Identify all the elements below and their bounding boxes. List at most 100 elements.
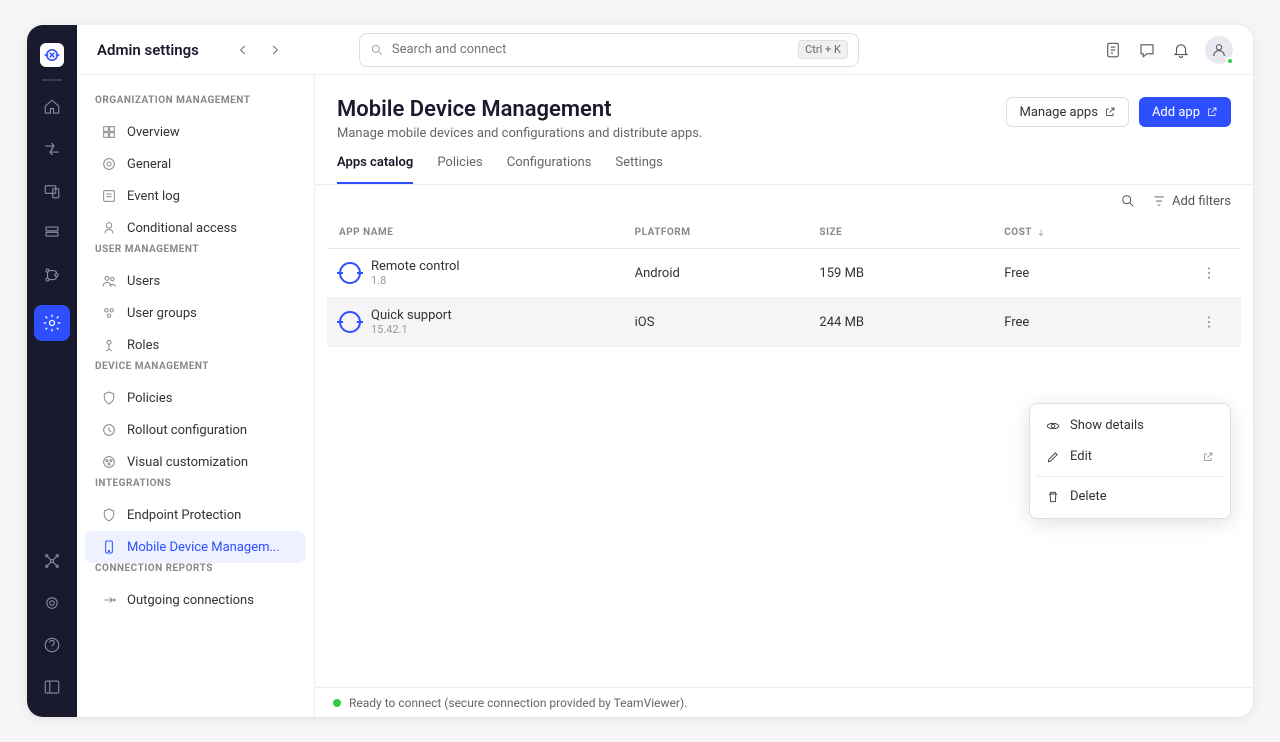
rail-prefs-icon[interactable] [40,591,64,615]
sidebar-item-label: Conditional access [127,221,237,236]
search-icon [370,43,384,57]
menu-item-edit[interactable]: Edit [1036,441,1224,472]
status-text: Ready to connect (secure connection prov… [349,696,687,710]
sidebar-item-usergroups[interactable]: User groups [85,297,306,329]
tab-apps-catalog[interactable]: Apps catalog [337,155,413,184]
rail-stack-icon[interactable] [40,221,64,245]
app-version-text: 15.42.1 [371,323,452,336]
sidebar-item-label: User groups [127,306,197,321]
sidebar-item-mdm[interactable]: Mobile Device Managem... [85,531,306,563]
rail-help-icon[interactable] [40,633,64,657]
tab-policies[interactable]: Policies [437,155,482,184]
nav-back-button[interactable] [229,36,257,64]
sidebar-item-policies[interactable]: Policies [85,382,306,414]
menu-item-show-details[interactable]: Show details [1036,410,1224,441]
search-shortcut: Ctrl + K [798,40,848,59]
app-name-text: Remote control [371,259,460,274]
sidebar-item-general[interactable]: General [85,148,306,180]
search-input[interactable] [392,42,790,57]
external-link-icon [1206,106,1218,118]
th-size[interactable]: SIZE [819,227,1004,238]
bell-icon[interactable] [1171,40,1191,60]
status-dot [333,699,341,707]
sb-head-user: USER MANAGEMENT [95,244,296,255]
page-title: Mobile Device Management [337,97,702,122]
sidebar-item-label: Mobile Device Managem... [127,540,280,555]
size-cell: 244 MB [819,315,1004,330]
add-filters-button[interactable]: Add filters [1152,194,1231,209]
rail-plugin-icon[interactable] [40,549,64,573]
sidebar-item-eventlog[interactable]: Event log [85,180,306,212]
sidebar-item-label: Rollout configuration [127,423,247,438]
nav-forward-button[interactable] [261,36,289,64]
sidebar-item-roles[interactable]: Roles [85,329,306,361]
sidebar-item-label: Policies [127,391,172,406]
rail-workflow-icon[interactable] [40,263,64,287]
th-app-name[interactable]: APP NAME [339,227,635,238]
sidebar-item-label: Event log [127,189,180,204]
app-icon [339,311,361,333]
rail-settings-icon[interactable] [34,305,70,341]
table-row[interactable]: Remote control1.8 Android 159 MB Free [327,249,1241,298]
sidebar-item-label: Outgoing connections [127,593,254,608]
menu-sep [1036,476,1224,477]
page-subtitle: Manage mobile devices and configurations… [337,126,702,141]
brand-logo [40,43,64,67]
menu-item-delete[interactable]: Delete [1036,481,1224,512]
filter-icon [1152,194,1166,208]
app-name-text: Quick support [371,308,452,323]
rail-panel-icon[interactable] [40,675,64,699]
rail-home-icon[interactable] [40,95,64,119]
rail-connect-icon[interactable] [40,137,64,161]
app-icon [339,262,361,284]
sidebar-item-label: Overview [127,125,180,140]
add-app-button[interactable]: Add app [1139,97,1231,127]
platform-cell: iOS [635,315,820,330]
sidebar-item-overview[interactable]: Overview [85,116,306,148]
sidebar-item-endpoint[interactable]: Endpoint Protection [85,499,306,531]
th-cost[interactable]: COST [1004,227,1189,238]
row-actions-button[interactable] [1189,314,1229,330]
table-header-row: APP NAME PLATFORM SIZE COST [327,217,1241,249]
eye-icon [1046,419,1060,433]
chat-icon[interactable] [1137,40,1157,60]
pencil-icon [1046,450,1060,464]
manage-apps-button[interactable]: Manage apps [1006,97,1128,127]
user-avatar[interactable] [1205,36,1233,64]
tabs: Apps catalog Policies Configurations Set… [315,141,1253,185]
tab-configurations[interactable]: Configurations [507,155,592,184]
status-bar: Ready to connect (secure connection prov… [315,687,1253,717]
doc-icon[interactable] [1103,40,1123,60]
sidebar: ORGANIZATION MANAGEMENT Overview General… [77,75,315,717]
tab-settings[interactable]: Settings [615,155,662,184]
external-link-icon [1104,106,1116,118]
th-platform[interactable]: PLATFORM [635,227,820,238]
table-search-icon[interactable] [1120,193,1136,209]
sidebar-item-conditional[interactable]: Conditional access [85,212,306,244]
sidebar-item-users[interactable]: Users [85,265,306,297]
cost-cell: Free [1004,266,1189,281]
content-area: ORGANIZATION MANAGEMENT Overview General… [77,75,1253,717]
page: Mobile Device Management Manage mobile d… [315,75,1253,717]
left-rail [27,25,77,717]
sidebar-item-rollout[interactable]: Rollout configuration [85,414,306,446]
sb-head-org: ORGANIZATION MANAGEMENT [95,95,296,106]
table-row[interactable]: Quick support15.42.1 iOS 244 MB Free [327,298,1241,347]
sb-head-integrations: INTEGRATIONS [95,478,296,489]
sidebar-item-visual[interactable]: Visual customization [85,446,306,478]
sidebar-item-label: General [127,157,171,172]
sb-head-device: DEVICE MANAGEMENT [95,361,296,372]
search-bar[interactable]: Ctrl + K [359,33,859,67]
app-version-text: 1.8 [371,274,460,287]
rail-devices-icon[interactable] [40,179,64,203]
trash-icon [1046,490,1060,504]
cost-cell: Free [1004,315,1189,330]
row-actions-button[interactable] [1189,265,1229,281]
size-cell: 159 MB [819,266,1004,281]
presence-dot [1226,57,1234,65]
sidebar-item-outgoing[interactable]: Outgoing connections [85,584,306,616]
sidebar-item-label: Endpoint Protection [127,508,241,523]
sort-down-icon [1036,228,1046,238]
sidebar-item-label: Users [127,274,160,289]
sb-head-reports: CONNECTION REPORTS [95,563,296,574]
